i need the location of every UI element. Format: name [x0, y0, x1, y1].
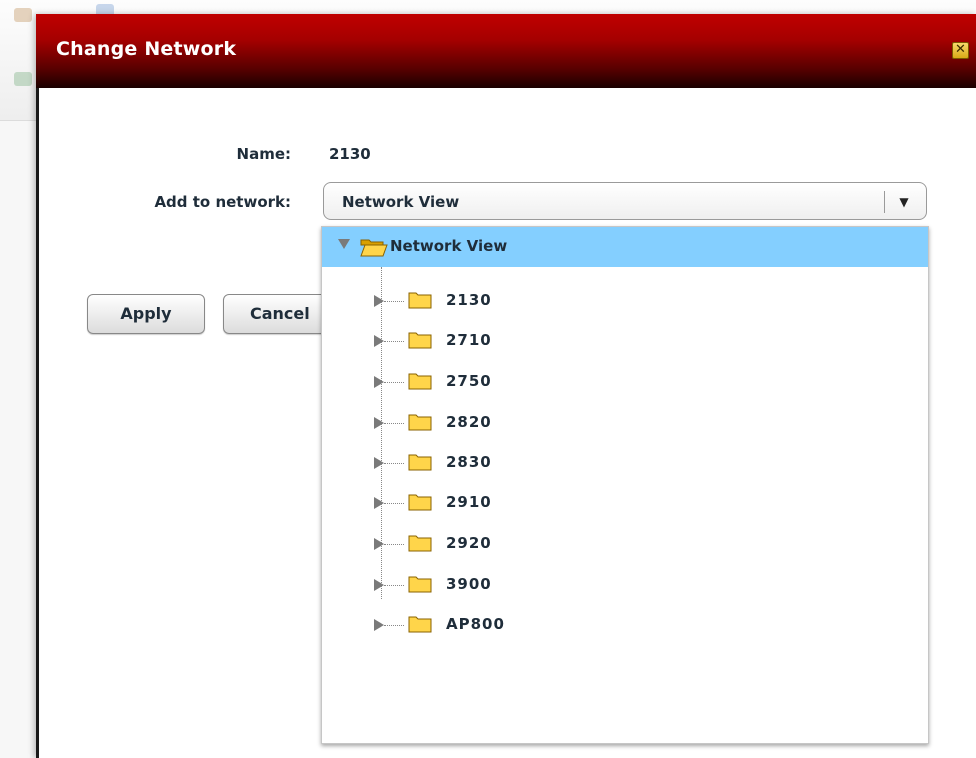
tree-connector	[384, 585, 404, 586]
network-label: Add to network:	[154, 193, 291, 211]
name-value: 2130	[329, 145, 371, 163]
folder-icon	[408, 414, 432, 431]
expand-icon[interactable]	[374, 619, 384, 631]
expand-icon[interactable]	[374, 538, 384, 550]
tree-item[interactable]: AP800	[322, 605, 928, 645]
network-select[interactable]: Network View ▼	[323, 182, 927, 220]
dialog-titlebar: Change Network ✕	[36, 14, 976, 88]
folder-icon	[408, 454, 432, 471]
tree-item-label: 2750	[446, 372, 492, 390]
close-button[interactable]: ✕	[952, 42, 969, 59]
name-label: Name:	[236, 145, 291, 163]
network-tree-dropdown: Network View 2130 2710 2750 2820 2830 29…	[321, 226, 929, 744]
tree-connector	[384, 423, 404, 424]
tree-item-label: 2710	[446, 331, 492, 349]
collapse-icon[interactable]	[338, 239, 350, 249]
tree-item-label: 3900	[446, 575, 492, 593]
tree-connector	[384, 463, 404, 464]
tree-item-label: 2820	[446, 413, 492, 431]
expand-icon[interactable]	[374, 376, 384, 388]
network-select-value: Network View	[342, 193, 460, 211]
change-network-dialog: Change Network ✕ Name: 2130 Add to netwo…	[36, 14, 976, 758]
tree-connector	[384, 382, 404, 383]
tree-connector	[384, 341, 404, 342]
tree-item-label: 2910	[446, 493, 492, 511]
tree-item-label: AP800	[446, 615, 505, 633]
expand-icon[interactable]	[374, 295, 384, 307]
folder-icon	[408, 576, 432, 593]
tree-item[interactable]: 2830	[322, 443, 928, 483]
folder-icon	[408, 494, 432, 511]
tree-item[interactable]: 2710	[322, 321, 928, 361]
dialog-title: Change Network	[56, 38, 237, 60]
expand-icon[interactable]	[374, 579, 384, 591]
tree-item[interactable]: 3900	[322, 565, 928, 605]
expand-icon[interactable]	[374, 417, 384, 429]
tree-root-label: Network View	[390, 237, 508, 255]
folder-icon	[408, 616, 432, 633]
folder-icon	[408, 332, 432, 349]
tree-connector	[384, 544, 404, 545]
tree-item-label: 2830	[446, 453, 492, 471]
background-icon	[14, 72, 32, 86]
folder-icon	[408, 535, 432, 552]
expand-icon[interactable]	[374, 335, 384, 347]
tree-item-label: 2130	[446, 291, 492, 309]
tree-item[interactable]: 2820	[322, 403, 928, 443]
tree-root-item[interactable]: Network View	[322, 227, 928, 267]
tree-item[interactable]: 2750	[322, 362, 928, 402]
tree-item-label: 2920	[446, 534, 492, 552]
tree-connector	[384, 625, 404, 626]
tree-item[interactable]: 2910	[322, 483, 928, 523]
tree-connector	[384, 301, 404, 302]
select-divider	[884, 191, 885, 213]
tree-connector	[384, 503, 404, 504]
apply-button[interactable]: Apply	[87, 294, 205, 334]
expand-icon[interactable]	[374, 497, 384, 509]
expand-icon[interactable]	[374, 457, 384, 469]
chevron-down-icon[interactable]: ▼	[894, 191, 914, 213]
folder-open-icon	[360, 239, 388, 257]
folder-icon	[408, 373, 432, 390]
background-icon	[14, 8, 32, 22]
tree-item[interactable]: 2130	[322, 281, 928, 321]
tree-item[interactable]: 2920	[322, 524, 928, 564]
folder-icon	[408, 292, 432, 309]
close-icon: ✕	[955, 42, 966, 57]
